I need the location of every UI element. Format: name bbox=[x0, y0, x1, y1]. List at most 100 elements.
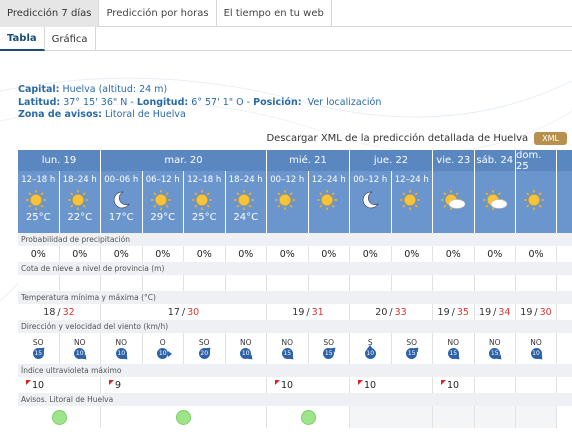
wind-speed: 10 bbox=[366, 350, 375, 357]
sun-cloud-icon bbox=[482, 190, 508, 210]
aviso-green-icon[interactable] bbox=[51, 409, 67, 425]
temp-range: 18/32 bbox=[18, 304, 101, 320]
temp-max: 35 bbox=[456, 306, 469, 318]
nieve-row bbox=[18, 275, 572, 291]
wind-arrow-icon bbox=[537, 354, 545, 362]
period-label: 06–12 h bbox=[145, 175, 180, 185]
temp-range: 19/31 bbox=[267, 304, 350, 320]
wind-speed-badge: 10 bbox=[157, 348, 172, 359]
forecast-table: lun. 19 mar. 20 mié. 21 jue. 22 vie. 23 sáb. … bbox=[18, 150, 572, 428]
period-label: 00–12 h bbox=[353, 175, 388, 185]
day-header: mar. 20 bbox=[101, 150, 267, 171]
temp-separator: / bbox=[493, 306, 497, 318]
period-cell: 12–18 h 25°C bbox=[18, 171, 60, 233]
wind-arrow-icon bbox=[122, 354, 130, 362]
uv-flag-icon bbox=[26, 379, 31, 385]
weather-icon bbox=[273, 188, 301, 212]
period-label: 12–18 h bbox=[21, 175, 56, 185]
temp-range: 20/33 bbox=[350, 304, 433, 320]
weather-icon bbox=[356, 188, 384, 212]
uv-value: 10 bbox=[32, 379, 45, 391]
tab-grafica[interactable]: Gráfica bbox=[45, 27, 96, 51]
wind-speed-badge: 10 bbox=[115, 348, 130, 362]
nieve-value bbox=[392, 275, 433, 291]
temp-min: 17 bbox=[167, 306, 180, 318]
sun-icon bbox=[67, 190, 88, 210]
uv-cell bbox=[516, 377, 557, 393]
aviso-cell bbox=[350, 406, 433, 428]
wind-speed: 10 bbox=[158, 350, 167, 357]
nieve-label: Cota de nieve a nivel de provincia (m) bbox=[18, 262, 572, 275]
temp-min: 19 bbox=[479, 306, 492, 318]
precip-value: 0% bbox=[18, 246, 60, 262]
wind-cell: NO 15 bbox=[267, 333, 309, 364]
period-cell: 00–06 h 17°C bbox=[101, 171, 143, 233]
longitud-label: Longitud: bbox=[136, 96, 189, 108]
wind-speed-badge: 10 bbox=[364, 344, 376, 359]
uv-label: Índice ultravioleta máximo bbox=[18, 364, 572, 377]
temp-range: 19/30 bbox=[516, 304, 557, 320]
precip-value: 0% bbox=[267, 246, 309, 262]
period-cell: 12–18 h 25°C bbox=[184, 171, 226, 233]
moon-icon bbox=[363, 191, 380, 209]
aviso-green-icon[interactable] bbox=[300, 409, 316, 425]
ver-localizacion-link[interactable]: Ver localización bbox=[308, 97, 382, 108]
precip-value: 0% bbox=[309, 246, 350, 262]
precip-value: 0% bbox=[184, 246, 226, 262]
nieve-value bbox=[60, 275, 101, 291]
temp-range: 17/30 bbox=[101, 304, 267, 320]
temp-separator: / bbox=[534, 306, 538, 318]
xml-badge-button[interactable]: XML bbox=[534, 132, 567, 145]
weather-icon bbox=[481, 188, 509, 212]
period-cell: 00–12 h bbox=[350, 171, 392, 233]
uv-cell: 10 bbox=[350, 377, 433, 393]
wind-cell: NO 10 bbox=[60, 333, 101, 364]
period-temp: 17°C bbox=[108, 212, 134, 223]
period-temp: 24°C bbox=[233, 212, 259, 223]
period-cell bbox=[516, 171, 557, 233]
weather-icon bbox=[232, 188, 260, 212]
wind-speed-badge: 15 bbox=[323, 345, 338, 359]
longitud-value: 6° 57' 1" O - bbox=[191, 96, 251, 108]
period-temp: 29°C bbox=[150, 212, 176, 223]
wind-speed-badge: 15 bbox=[489, 348, 504, 362]
wind-direction: NO bbox=[239, 338, 252, 347]
precip-value: 0% bbox=[392, 246, 433, 262]
wind-speed: 15 bbox=[34, 350, 43, 357]
period-label: 18–24 h bbox=[62, 175, 97, 185]
wind-cell: NO 10 bbox=[516, 333, 557, 364]
tab-prediccion-por-horas[interactable]: Predicción por horas bbox=[99, 0, 217, 27]
aviso-green-icon[interactable] bbox=[176, 409, 191, 425]
day-header: sáb. 24 bbox=[475, 150, 516, 171]
temp-range: 19/35 bbox=[433, 304, 475, 320]
uv-value: 9 bbox=[115, 379, 122, 391]
wind-cell: O 10 bbox=[143, 333, 184, 364]
temp-max: 30 bbox=[539, 306, 552, 318]
sun-icon bbox=[192, 190, 213, 210]
wind-speed-badge: 10 bbox=[530, 348, 545, 362]
wind-cell: NO 15 bbox=[475, 333, 516, 364]
period-cell: 18–24 h 22°C bbox=[60, 171, 101, 233]
tab-prediccion-7-dias[interactable]: Predicción 7 días bbox=[0, 0, 100, 27]
nieve-value bbox=[226, 275, 267, 291]
temp-min: 19 bbox=[292, 306, 305, 318]
latitud-label: Latitud: bbox=[18, 96, 61, 108]
day-header: vie. 23 bbox=[433, 150, 475, 171]
nieve-value bbox=[516, 275, 557, 291]
wind-arrow-icon bbox=[454, 354, 462, 362]
nieve-value bbox=[309, 275, 350, 291]
tab-el-tiempo-en-tu-web[interactable]: El tiempo en tu web bbox=[217, 0, 332, 27]
uv-cell: 10 bbox=[433, 377, 475, 393]
temp-max: 30 bbox=[187, 306, 200, 318]
nieve-value bbox=[433, 275, 475, 291]
weather-icon bbox=[439, 188, 467, 212]
posicion-label: Posición: bbox=[253, 96, 302, 108]
precip-value: 0% bbox=[226, 246, 267, 262]
xml-download-link[interactable]: Descargar XML de la predicción detallada… bbox=[266, 133, 528, 144]
avisos-row-label: Avisos. Litoral de Huelva bbox=[18, 393, 572, 406]
avisos-label: Zona de avisos: bbox=[18, 109, 102, 120]
wind-cell: SO 15 bbox=[18, 333, 60, 364]
precip-value: 0% bbox=[433, 246, 475, 262]
tab-tabla[interactable]: Tabla bbox=[0, 27, 45, 51]
temp-max: 32 bbox=[62, 306, 75, 318]
